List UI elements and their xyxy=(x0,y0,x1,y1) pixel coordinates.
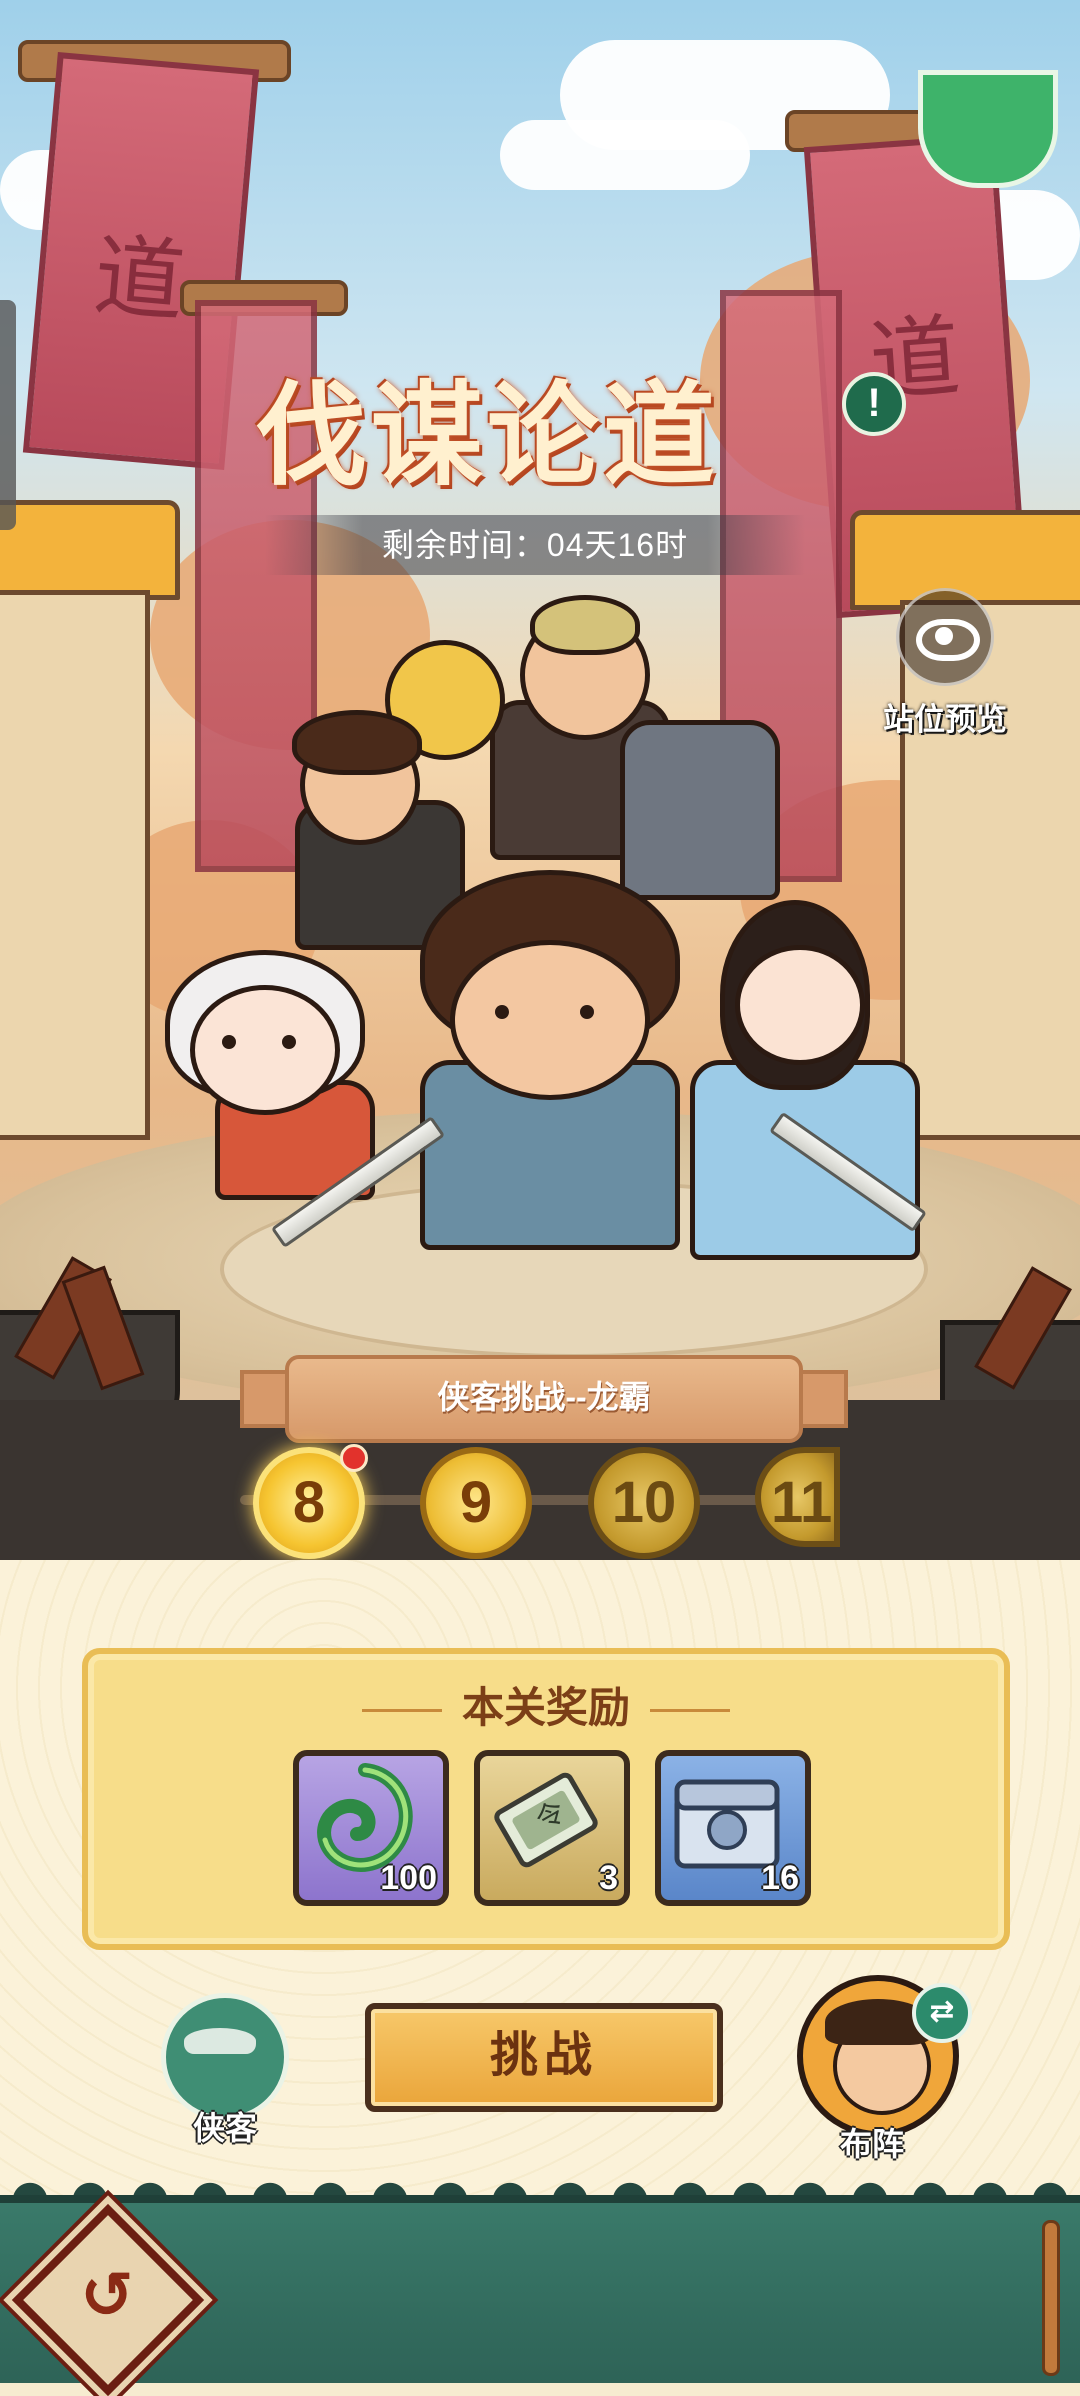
scroll-handle[interactable] xyxy=(1042,2220,1060,2376)
level-node-10[interactable]: 10 xyxy=(588,1447,700,1559)
swap-icon[interactable]: ⇄ xyxy=(912,1983,972,2043)
position-preview-button[interactable]: 站位预览 xyxy=(870,588,1020,739)
position-preview-label: 站位预览 xyxy=(883,702,1007,737)
top-right-pill-button[interactable] xyxy=(918,70,1058,188)
info-button[interactable]: ! xyxy=(842,372,906,436)
formation-label: 布阵 xyxy=(839,2126,904,2162)
side-drawer-handle[interactable] xyxy=(0,300,16,530)
hero-label: 侠客 xyxy=(192,2110,257,2146)
reward-count: 16 xyxy=(761,1859,799,1897)
left-pagoda-roof xyxy=(0,500,180,600)
command-token-icon: 令 xyxy=(494,1772,598,1868)
reward-count: 3 xyxy=(599,1859,618,1897)
remaining-time: 剩余时间：04天16时 xyxy=(265,515,805,575)
level-node-9[interactable]: 9 xyxy=(420,1447,532,1559)
notification-dot xyxy=(340,1444,368,1472)
reward-panel: 本关奖励 100 令 3 16 xyxy=(82,1648,1010,1950)
cloud xyxy=(500,120,750,190)
straw-hat-icon xyxy=(161,1993,289,2121)
reward-count: 100 xyxy=(380,1859,437,1897)
battle-scene: 道 道 xyxy=(0,0,1080,1560)
back-arrow-icon: ↺ xyxy=(80,2259,134,2331)
reward-item-chest[interactable]: 16 xyxy=(655,1750,811,1906)
left-pagoda-wall xyxy=(0,590,150,1140)
challenge-button[interactable]: 挑战 xyxy=(365,2003,723,2112)
reward-item-token[interactable]: 令 3 xyxy=(474,1750,630,1906)
eye-icon xyxy=(896,588,994,686)
reward-title: 本关奖励 xyxy=(88,1674,1004,1735)
reward-item-jade[interactable]: 100 xyxy=(293,1750,449,1906)
challenge-name-ribbon: 侠客挑战--龙霸 xyxy=(285,1355,803,1443)
hero-button[interactable]: 侠客 xyxy=(160,1993,290,2149)
event-title: 伐谋论道 xyxy=(255,370,719,501)
